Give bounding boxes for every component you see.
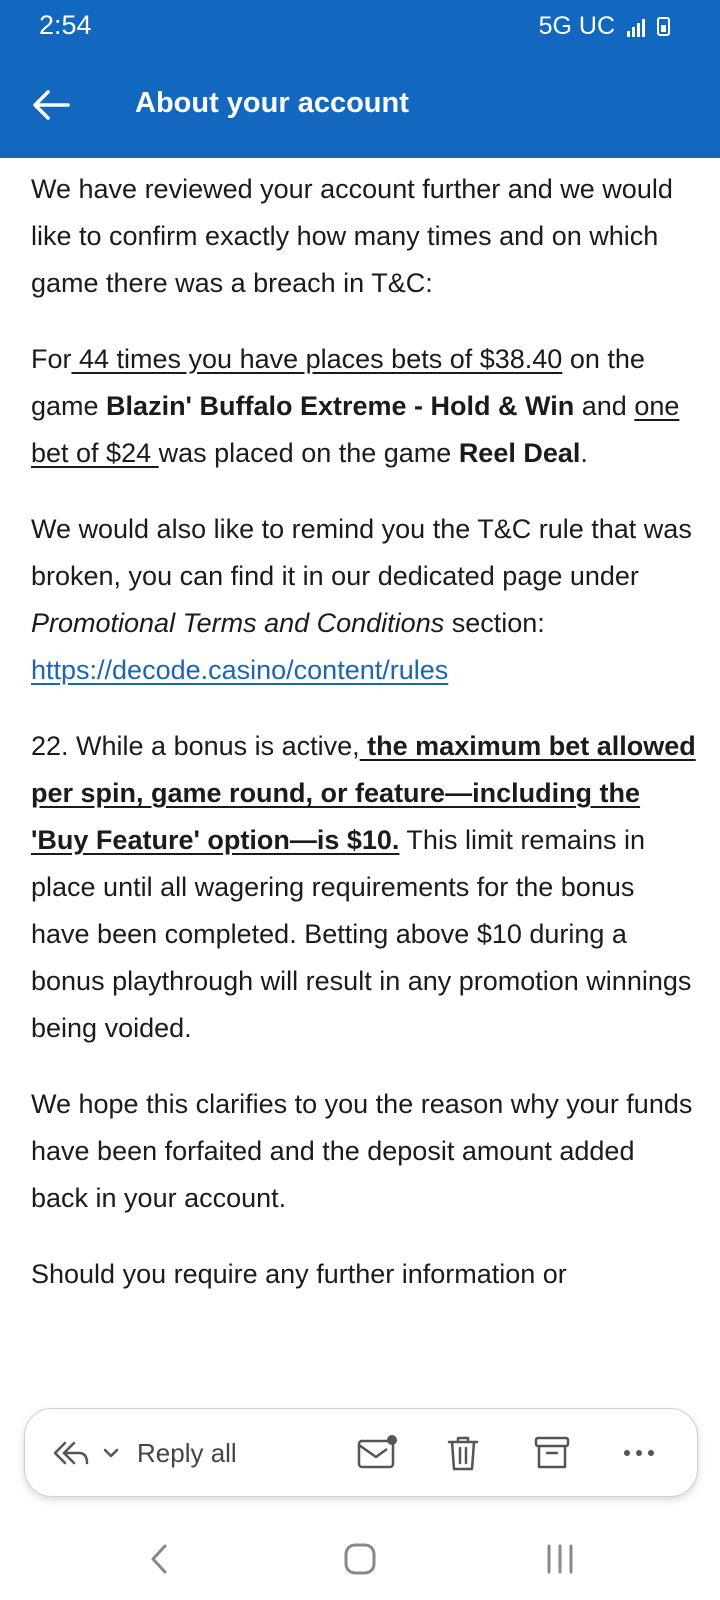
back-nav-icon[interactable] (135, 1534, 185, 1584)
signal-icon (627, 17, 645, 37)
paragraph-clarify: We hope this clarifies to you the reason… (31, 1089, 693, 1213)
app-header: 2:54 5G UC About your account (0, 0, 720, 158)
paragraph-further-info: Should you require any further informati… (31, 1259, 567, 1289)
paragraph-review: We have reviewed your account further an… (31, 174, 673, 298)
rules-link[interactable]: https://decode.casino/content/rules (31, 655, 448, 685)
paragraph-rule-22: 22. While a bonus is active, the maximum… (31, 731, 696, 1043)
reply-all-button[interactable]: Reply all (51, 1429, 237, 1477)
paragraph-breach: For 44 times you have places bets of $38… (31, 344, 680, 468)
chevron-down-icon[interactable] (101, 1443, 121, 1463)
mark-unread-icon[interactable] (355, 1431, 399, 1475)
reply-all-label: Reply all (137, 1437, 237, 1468)
recents-nav-icon[interactable] (535, 1534, 585, 1584)
battery-icon (657, 17, 670, 36)
archive-icon[interactable] (530, 1431, 574, 1475)
system-nav-bar (0, 1510, 720, 1600)
status-time: 2:54 (39, 10, 92, 40)
message-action-bar: Reply all (24, 1408, 698, 1497)
arrow-left-icon (33, 90, 70, 120)
paragraph-rule-reminder: We would also like to remind you the T&C… (31, 514, 692, 685)
back-button[interactable] (28, 80, 78, 130)
reply-all-icon (53, 1441, 89, 1465)
network-label: 5G UC (538, 12, 615, 40)
trash-icon[interactable] (441, 1431, 485, 1475)
more-icon[interactable] (617, 1431, 661, 1475)
page-title: About your account (135, 87, 409, 119)
email-body: We have reviewed your account further an… (31, 166, 696, 1327)
home-nav-icon[interactable] (335, 1534, 385, 1584)
status-indicators: 5G UC (539, 12, 670, 41)
